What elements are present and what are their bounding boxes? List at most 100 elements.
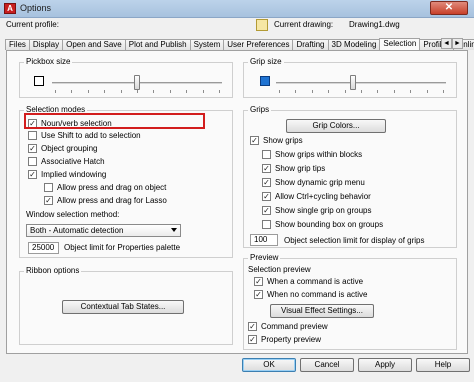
slider-tick xyxy=(377,90,378,93)
grip-tips-label: Show grip tips xyxy=(275,164,326,173)
ctrl-cycling-checkbox[interactable]: ✓ xyxy=(262,192,271,201)
tab-drafting[interactable]: Drafting xyxy=(292,39,329,50)
help-button[interactable]: Help xyxy=(416,358,470,372)
slider-tick xyxy=(443,90,444,93)
pickbox-slider-ticks xyxy=(52,90,222,93)
slider-tick xyxy=(345,90,346,93)
slider-tick xyxy=(203,90,204,93)
slider-tick xyxy=(219,90,220,93)
command-preview-label: Command preview xyxy=(261,322,328,331)
grip-tips-checkbox[interactable]: ✓ xyxy=(262,164,271,173)
pickbox-title: Pickbox size xyxy=(24,57,73,66)
dynamic-grip-menu-checkbox[interactable]: ✓ xyxy=(262,178,271,187)
tab-user-preferences[interactable]: User Preferences xyxy=(223,39,294,50)
grip-limit-input[interactable]: 100 xyxy=(250,234,278,246)
tab-strip: Files Display Open and Save Plot and Pub… xyxy=(5,38,474,50)
slider-tick xyxy=(410,90,411,93)
slider-tick xyxy=(153,90,154,93)
single-grip-groups-label: Show single grip on groups xyxy=(275,206,372,215)
apply-button[interactable]: Apply xyxy=(358,358,412,372)
pickbox-slider[interactable] xyxy=(52,73,222,93)
implied-windowing-checkbox[interactable]: ✓ xyxy=(28,170,37,179)
grip-size-slider[interactable] xyxy=(276,73,446,93)
slider-tick xyxy=(71,90,72,93)
window-selection-method-value: Both - Automatic detection xyxy=(30,226,124,235)
contextual-tab-states-button[interactable]: Contextual Tab States... xyxy=(62,300,184,314)
pickbox-slider-thumb[interactable] xyxy=(134,75,140,90)
slider-tick xyxy=(186,90,187,93)
ribbon-options-group: Ribbon options Contextual Tab States... xyxy=(19,266,233,345)
current-drawing-value: Drawing1.dwg xyxy=(349,20,400,29)
object-grouping-checkbox[interactable]: ✓ xyxy=(28,144,37,153)
show-grips-label: Show grips xyxy=(263,136,303,145)
bounding-box-groups-label: Show bounding box on groups xyxy=(275,220,384,229)
selection-tab-panel: Pickbox size Grip size Selection modes ✓… xyxy=(6,50,468,354)
tab-scroll-arrows: ◄ ► xyxy=(441,38,463,49)
current-profile-label: Current profile: xyxy=(6,20,59,29)
object-limit-input[interactable]: 25000 xyxy=(28,242,59,254)
tab-3d-modeling[interactable]: 3D Modeling xyxy=(327,39,381,50)
grips-within-blocks-checkbox[interactable] xyxy=(262,150,271,159)
tab-open-and-save[interactable]: Open and Save xyxy=(62,39,126,50)
tab-plot-and-publish[interactable]: Plot and Publish xyxy=(124,39,191,50)
grips-group: Grips Grip Colors... ✓ Show grips Show g… xyxy=(243,105,457,248)
property-preview-label: Property preview xyxy=(261,335,322,344)
chevron-down-icon xyxy=(171,228,177,232)
grips-title: Grips xyxy=(248,105,272,114)
associative-hatch-label: Associative Hatch xyxy=(41,157,105,166)
preview-group: Preview Selection preview ✓ When a comma… xyxy=(243,253,457,350)
window-title: Options xyxy=(20,3,52,13)
pickbox-group: Pickbox size xyxy=(19,57,233,98)
single-grip-groups-checkbox[interactable]: ✓ xyxy=(262,206,271,215)
tab-selection[interactable]: Selection xyxy=(379,38,421,50)
dynamic-grip-menu-label: Show dynamic grip menu xyxy=(275,178,365,187)
implied-windowing-label: Implied windowing xyxy=(41,170,107,179)
close-button[interactable]: ✕ xyxy=(430,1,468,15)
slider-tick xyxy=(295,90,296,93)
grip-slider-thumb[interactable] xyxy=(350,75,356,90)
show-grips-checkbox[interactable]: ✓ xyxy=(250,136,259,145)
title-bar: A Options ✕ xyxy=(0,0,474,18)
press-drag-object-checkbox[interactable] xyxy=(44,183,53,192)
tab-system[interactable]: System xyxy=(189,39,225,50)
associative-hatch-checkbox[interactable] xyxy=(28,157,37,166)
press-drag-lasso-label: Allow press and drag for Lasso xyxy=(57,196,167,205)
slider-tick xyxy=(279,90,280,93)
object-limit-label: Object limit for Properties palette xyxy=(64,243,181,252)
slider-tick xyxy=(427,90,428,93)
preview-command-active-checkbox[interactable]: ✓ xyxy=(254,277,263,286)
use-shift-checkbox[interactable] xyxy=(28,131,37,140)
tab-files[interactable]: Files xyxy=(5,39,30,50)
grip-slider-track xyxy=(276,82,446,84)
grip-size-preview xyxy=(260,76,270,86)
selection-preview-label: Selection preview xyxy=(248,265,311,274)
slider-tick xyxy=(312,90,313,93)
preview-no-command-label: When no command is active xyxy=(267,290,368,299)
window-selection-method-dropdown[interactable]: Both - Automatic detection xyxy=(26,224,181,237)
tab-display[interactable]: Display xyxy=(28,39,64,50)
bounding-box-groups-checkbox[interactable] xyxy=(262,220,271,229)
preview-title: Preview xyxy=(248,253,281,262)
slider-tick xyxy=(137,90,138,93)
press-drag-object-label: Allow press and drag on object xyxy=(57,183,167,192)
window-selection-method-label: Window selection method: xyxy=(26,210,120,219)
property-preview-checkbox[interactable]: ✓ xyxy=(248,335,257,344)
grip-colors-button[interactable]: Grip Colors... xyxy=(286,119,386,133)
cancel-button[interactable]: Cancel xyxy=(300,358,354,372)
slider-tick xyxy=(394,90,395,93)
grips-within-blocks-label: Show grips within blocks xyxy=(275,150,363,159)
use-shift-label: Use Shift to add to selection xyxy=(41,131,141,140)
ctrl-cycling-label: Allow Ctrl+cycling behavior xyxy=(275,192,371,201)
current-profile-value xyxy=(6,30,468,38)
visual-effect-settings-button[interactable]: Visual Effect Settings... xyxy=(270,304,374,318)
grip-limit-label: Object selection limit for display of gr… xyxy=(284,236,425,245)
tab-scroll-left-icon[interactable]: ◄ xyxy=(441,38,452,49)
preview-no-command-checkbox[interactable]: ✓ xyxy=(254,290,263,299)
ok-button[interactable]: OK xyxy=(242,358,296,372)
grip-size-group: Grip size xyxy=(243,57,457,98)
annotation-highlight-box xyxy=(24,113,205,129)
slider-tick xyxy=(55,90,56,93)
press-drag-lasso-checkbox[interactable]: ✓ xyxy=(44,196,53,205)
tab-scroll-right-icon[interactable]: ► xyxy=(452,38,463,49)
command-preview-checkbox[interactable]: ✓ xyxy=(248,322,257,331)
